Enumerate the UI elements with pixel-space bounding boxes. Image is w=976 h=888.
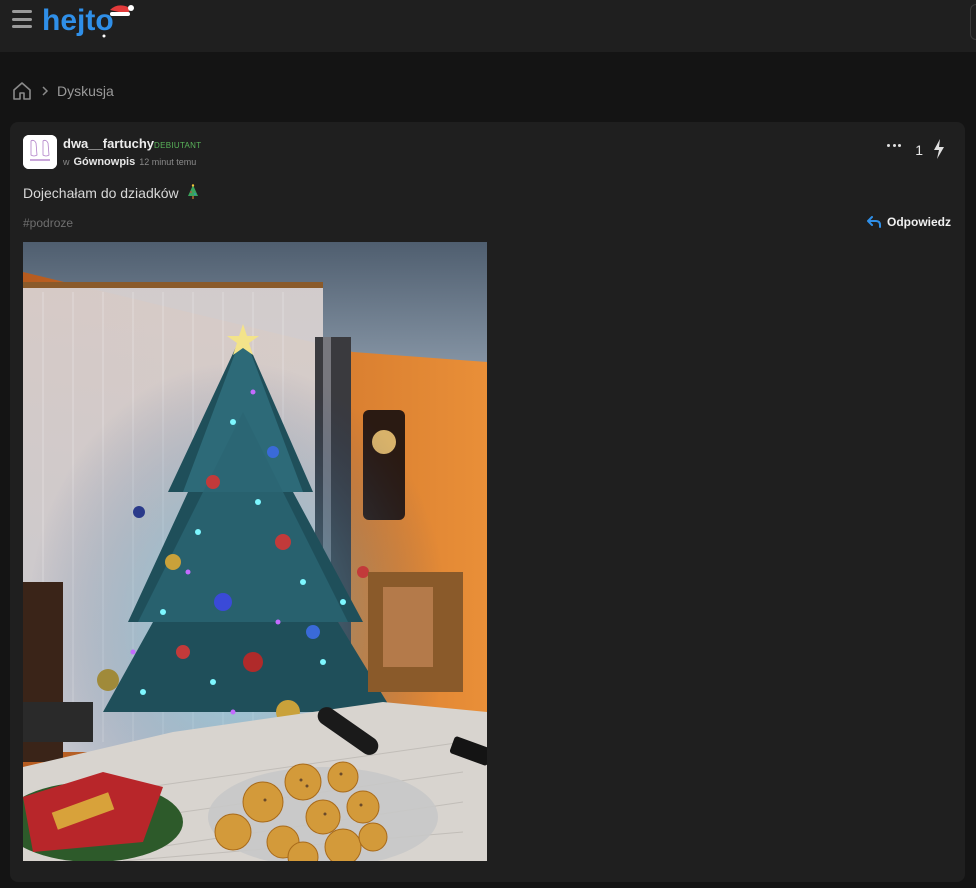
- hejto-logo[interactable]: hejto: [42, 2, 138, 38]
- christmas-tree-emoji: [187, 184, 198, 199]
- hamburger-menu-icon[interactable]: [12, 10, 32, 28]
- post-meta: w Gównowpis 12 minut temu: [63, 156, 196, 168]
- top-bar: hejto: [0, 0, 976, 52]
- post-photo[interactable]: [23, 242, 487, 861]
- user-panel-edge[interactable]: [970, 4, 976, 40]
- reply-label: Odpowiedz: [887, 215, 951, 229]
- post-content-text: Dojechałam do dziadków: [23, 185, 179, 201]
- community-link[interactable]: Gównowpis: [74, 156, 136, 168]
- reply-arrow-icon: [867, 216, 881, 228]
- author-username[interactable]: dwa__fartuchy: [63, 136, 154, 151]
- post-photo-image: [23, 242, 487, 861]
- tag-link[interactable]: #podroze: [23, 216, 73, 230]
- vote-count: 1: [915, 142, 923, 158]
- reply-button[interactable]: Odpowiedz: [867, 215, 951, 229]
- home-icon[interactable]: [11, 80, 33, 102]
- breadcrumb: Dyskusja: [11, 80, 114, 102]
- post-time: 12 minut temu: [139, 157, 197, 167]
- lightning-bolt-icon[interactable]: [932, 139, 946, 159]
- post-content: Dojechałam do dziadków: [23, 184, 200, 201]
- author-rank-badge: DEBIUTANT: [154, 141, 202, 150]
- more-dots-icon[interactable]: [887, 144, 901, 148]
- avatar[interactable]: [23, 135, 57, 169]
- post-card: dwa__fartuchy DEBIUTANT w Gównowpis 12 m…: [10, 122, 965, 882]
- in-label: w: [63, 157, 70, 167]
- logo-text: hejto: [42, 4, 114, 37]
- breadcrumb-current[interactable]: Dyskusja: [57, 83, 114, 99]
- avatar-image: [23, 135, 57, 169]
- chevron-right-icon: [42, 86, 49, 96]
